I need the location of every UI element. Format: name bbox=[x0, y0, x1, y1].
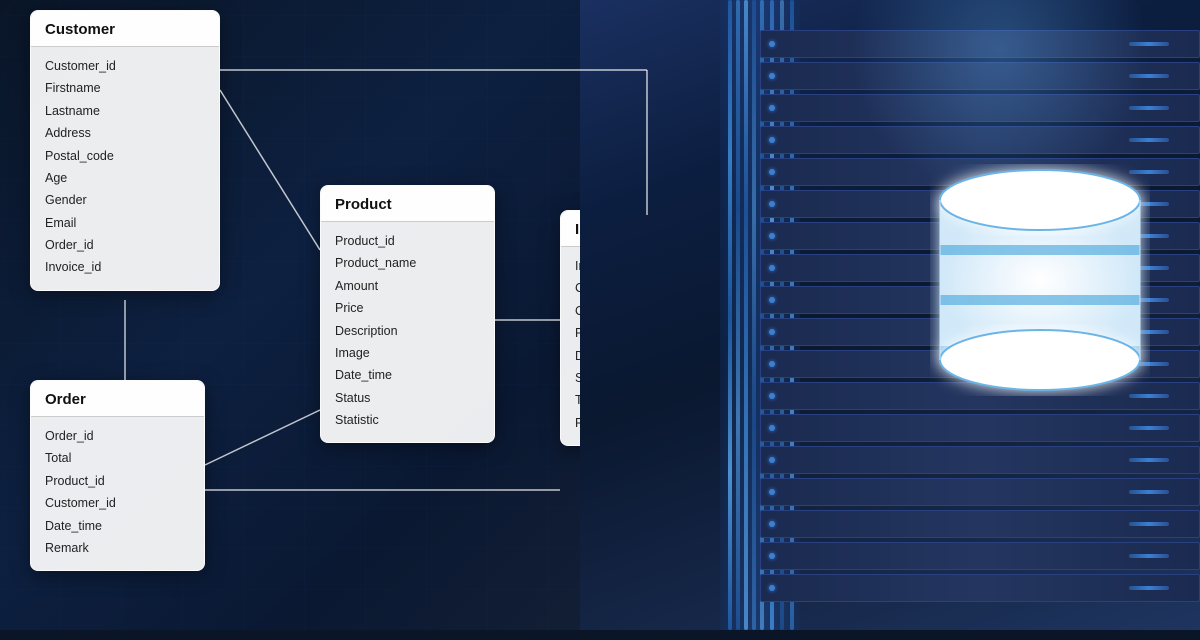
field-price: Price bbox=[335, 299, 480, 318]
field-invoice-id: Invoice_id bbox=[45, 258, 205, 277]
field-lastname: Lastname bbox=[45, 102, 205, 121]
order-table: Order Order_id Total Product_id Customer… bbox=[30, 380, 205, 571]
order-table-fields: Order_id Total Product_id Customer_id Da… bbox=[31, 417, 204, 570]
field-statistic: Statistic bbox=[335, 411, 480, 430]
field-product-name: Product_name bbox=[335, 254, 480, 273]
field-email: Email bbox=[45, 214, 205, 233]
field-ord-customer-id: Customer_id bbox=[45, 494, 190, 513]
field-firstname: Firstname bbox=[45, 79, 205, 98]
customer-table-fields: Customer_id Firstname Lastname Address P… bbox=[31, 47, 219, 290]
customer-table: Customer Customer_id Firstname Lastname … bbox=[30, 10, 220, 291]
field-ord-order-id: Order_id bbox=[45, 427, 190, 446]
field-gender: Gender bbox=[45, 191, 205, 210]
field-ord-product-id: Product_id bbox=[45, 472, 190, 491]
field-customer-id: Customer_id bbox=[45, 57, 205, 76]
field-address: Address bbox=[45, 124, 205, 143]
field-image: Image bbox=[335, 344, 480, 363]
field-postal-code: Postal_code bbox=[45, 147, 205, 166]
order-table-header: Order bbox=[31, 381, 204, 417]
field-product-id: Product_id bbox=[335, 232, 480, 251]
field-age: Age bbox=[45, 169, 205, 188]
customer-table-header: Customer bbox=[31, 11, 219, 47]
database-icon bbox=[930, 160, 1150, 400]
field-status: Status bbox=[335, 389, 480, 408]
field-description: Description bbox=[335, 322, 480, 341]
product-table-fields: Product_id Product_name Amount Price Des… bbox=[321, 222, 494, 442]
product-table: Product Product_id Product_name Amount P… bbox=[320, 185, 495, 443]
field-order-id: Order_id bbox=[45, 236, 205, 255]
field-amount: Amount bbox=[335, 277, 480, 296]
field-date-time: Date_time bbox=[335, 366, 480, 385]
field-ord-total: Total bbox=[45, 449, 190, 468]
field-ord-date-time: Date_time bbox=[45, 517, 190, 536]
product-table-header: Product bbox=[321, 186, 494, 222]
field-ord-remark: Remark bbox=[45, 539, 190, 558]
